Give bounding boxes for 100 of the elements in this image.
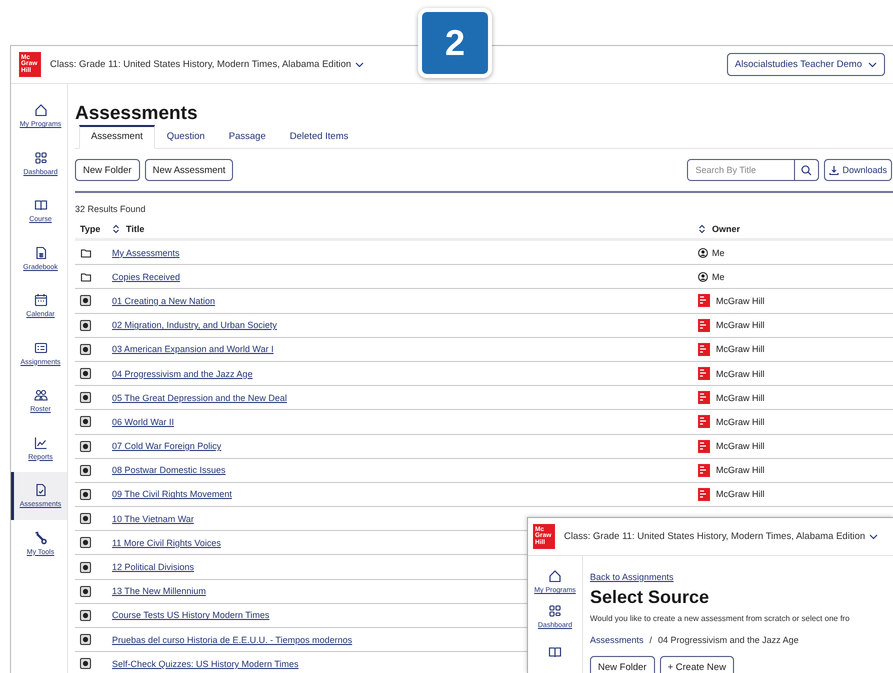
title-link[interactable]: 10 The Vietnam War [112,514,194,524]
logo-icon [698,464,710,477]
owner-name: Me [712,272,725,282]
logo-icon [698,415,710,428]
title-link[interactable]: Course Tests US History Modern Times [112,610,270,620]
title-link[interactable]: 05 The Great Depression and the New Deal [112,392,287,403]
tab[interactable]: Assessment [79,125,155,149]
user-circle-icon [698,248,708,258]
title-link[interactable]: My Assessments [112,248,180,258]
title-link[interactable]: Pruebas del curso Historia de E.E.U.U. - Tiempos modernos [112,634,352,645]
square-dot-icon [80,634,91,646]
class-selector[interactable]: Class: Grade 11: United States History, Modern Times, Alabama Edition [564,531,878,542]
download-icon [829,165,840,175]
title-link[interactable]: 02 Migration, Industry, and Urban Society [112,320,277,330]
square-dot-icon [80,320,91,331]
square-dot-icon [80,537,91,548]
title-link[interactable]: 04 Progressivism and the Jazz Age [112,368,253,379]
breadcrumb-separator: / [650,635,652,645]
title-link[interactable]: 09 The Civil Rights Movement [112,489,232,500]
owner-name: McGraw Hill [716,296,764,306]
logo-icon [698,488,710,501]
title-link[interactable]: 03 American Expansion and World War I [112,344,274,354]
chevron-down-icon [868,62,877,68]
page-title: Assessments [75,102,199,125]
tab[interactable]: Deleted Items [278,125,360,149]
home-icon [548,569,562,583]
logo-icon [698,367,710,380]
description-text: Would you like to create a new assessment from scratch or select one fro [590,614,851,623]
owner-name: McGraw Hill [716,441,764,452]
search-field[interactable]: Search By Title [687,159,820,181]
logo-icon [698,294,710,308]
class-selector[interactable]: Class: Grade 11: United States History, Modern Times, Alabama Edition [50,59,364,70]
square-dot-icon [80,368,91,380]
title-link[interactable]: 08 Postwar Domestic Issues [112,465,226,476]
toolbar-button[interactable]: New Assessment [144,159,234,181]
chevron-down-icon [869,534,878,540]
column-header: Type [80,224,100,234]
folder-icon [80,246,92,259]
user-circle-icon [698,272,708,282]
chevron-down-icon [355,62,364,68]
owner-name: McGraw Hill [716,344,764,354]
owner-name: McGraw Hill [716,368,764,379]
title-link[interactable]: 01 Creating a New Nation [112,296,216,306]
spreadsheet-icon [34,246,48,260]
back-link[interactable]: Back to Assignments [590,572,674,582]
list-icon [34,340,48,355]
column-header[interactable]: Owner [712,224,740,234]
title-link[interactable]: 07 Cold War Foreign Policy [112,441,222,452]
calendar-icon [34,293,48,308]
square-dot-icon [80,586,91,597]
downloads-button[interactable]: Downloads [824,159,892,181]
title-link[interactable]: 12 Political Divisions [112,562,194,572]
logo-icon [698,342,710,356]
title-link[interactable]: 11 More Civil Rights Voices [112,538,221,548]
grid-icon [34,150,48,165]
tab[interactable]: Passage [216,125,278,149]
logo-icon [698,440,710,453]
grid-icon [548,604,562,618]
title-link[interactable]: Self-Check Quizzes: US History Modern Times [112,658,299,669]
book-icon [34,198,48,212]
square-dot-icon [80,488,91,500]
square-dot-icon [80,464,91,476]
owner-name: McGraw Hill [716,320,764,330]
results-count: 32 Results Found [75,203,147,216]
wrench-icon [34,530,48,545]
line-chart-icon [34,436,48,450]
book-icon [548,644,562,658]
square-dot-icon [80,610,91,621]
owner-name: McGraw Hill [716,489,764,500]
title-link[interactable]: 13 The New Millennium [112,586,206,596]
square-dot-icon [80,513,91,524]
page-title: Select Source [590,587,710,608]
title-link[interactable]: 06 World War II [112,416,174,427]
tab[interactable]: Question [154,125,217,149]
toolbar-button[interactable]: New Folder [590,656,655,673]
sort-icon [698,224,706,234]
owner-name: McGraw Hill [716,392,764,403]
breadcrumb-link[interactable]: Assessments [590,635,644,645]
toolbar-button[interactable]: New Folder [75,159,140,181]
title-link[interactable]: Copies Received [112,272,180,282]
user-menu-button[interactable]: Alsocialstudies Teacher Demo [726,53,885,76]
square-dot-icon [80,295,91,306]
logo-icon [698,391,710,404]
logo-icon [698,318,710,332]
owner-name: McGraw Hill [716,465,764,476]
breadcrumb-current: 04 Progressivism and the Jazz Age [658,635,799,645]
square-dot-icon [80,440,91,452]
owner-name: McGraw Hill [716,416,764,427]
owner-name: Me [712,248,725,258]
search-icon [801,164,812,176]
document-check-icon [34,483,48,498]
square-dot-icon [80,344,91,355]
square-dot-icon [80,392,91,404]
column-header[interactable]: Title [126,224,144,234]
sort-icon [112,224,120,234]
square-dot-icon [80,658,91,670]
square-dot-icon [80,562,91,573]
folder-icon [80,270,92,283]
people-icon [34,388,48,402]
toolbar-button[interactable]: + Create New [660,656,734,673]
